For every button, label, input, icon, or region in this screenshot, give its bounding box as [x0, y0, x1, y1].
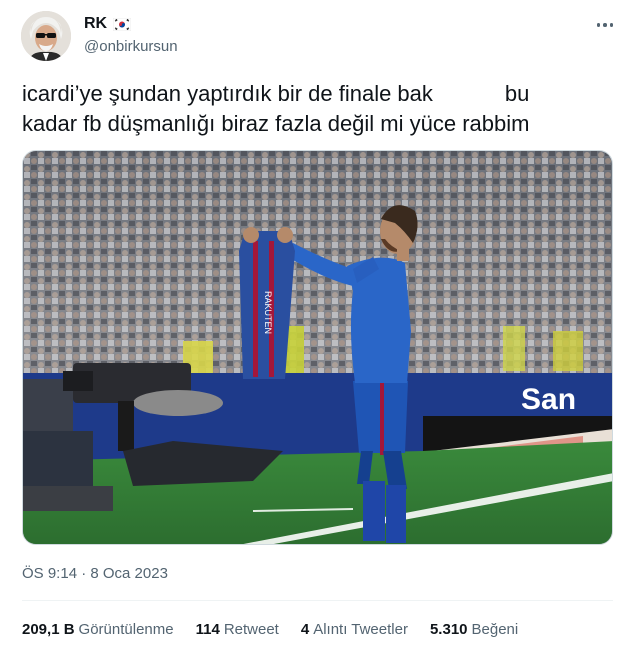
tweet: RK @onbirkursun icardi’ye şundan yaptırd…: [0, 0, 635, 651]
photo-stadium-celebration: San RAKUTEN: [23, 151, 612, 544]
more-dots-icon[interactable]: [594, 14, 616, 36]
display-name[interactable]: RK: [84, 15, 107, 33]
tweet-text-line-1-end: bu: [504, 81, 530, 106]
avatar[interactable]: [21, 11, 71, 61]
views-stat[interactable]: 209,1 B Görüntülenme: [22, 621, 174, 638]
quotes-label: Alıntı Tweetler: [313, 621, 408, 638]
retweets-label: Retweet: [223, 621, 279, 638]
likes-stat[interactable]: 5.310 Beğeni: [430, 621, 518, 638]
tweet-stats: 209,1 B Görüntülenme 114 Retweet 4 Alıntı T…: [22, 621, 518, 638]
quotes-count: 4: [300, 621, 310, 638]
avatar-image: [21, 11, 71, 61]
retweets-count: 114: [195, 621, 220, 638]
south-korea-flag-icon: [113, 17, 132, 31]
likes-label: Beğeni: [471, 621, 519, 638]
user-handle[interactable]: @onbirkursun: [84, 38, 178, 55]
tweet-text-line-1: icardi’ye şundan yaptırdık bir de finale…: [22, 79, 592, 109]
views-label: Görüntülenme: [78, 621, 174, 638]
shirt-text: RAKUTEN: [263, 291, 273, 334]
views-count: 209,1 B: [22, 621, 75, 638]
ad-board-text: San: [521, 383, 576, 416]
tweet-text-line-1-start: icardi’ye şundan yaptırdık bir de finale…: [22, 81, 433, 106]
name-row: RK: [84, 15, 132, 33]
tweet-text-line-2: kadar fb düşmanlığı biraz fazla değil mi…: [22, 111, 530, 136]
tweet-text: icardi’ye şundan yaptırdık bir de finale…: [22, 79, 592, 139]
quotes-stat[interactable]: 4 Alıntı Tweetler: [301, 621, 408, 638]
divider: [22, 600, 613, 601]
likes-count: 5.310: [429, 621, 468, 638]
retweets-stat[interactable]: 114 Retweet: [196, 621, 279, 638]
tweet-photo[interactable]: San RAKUTEN: [22, 150, 613, 545]
tweet-timestamp[interactable]: ÖS 9:14 · 8 Oca 2023: [22, 565, 168, 582]
